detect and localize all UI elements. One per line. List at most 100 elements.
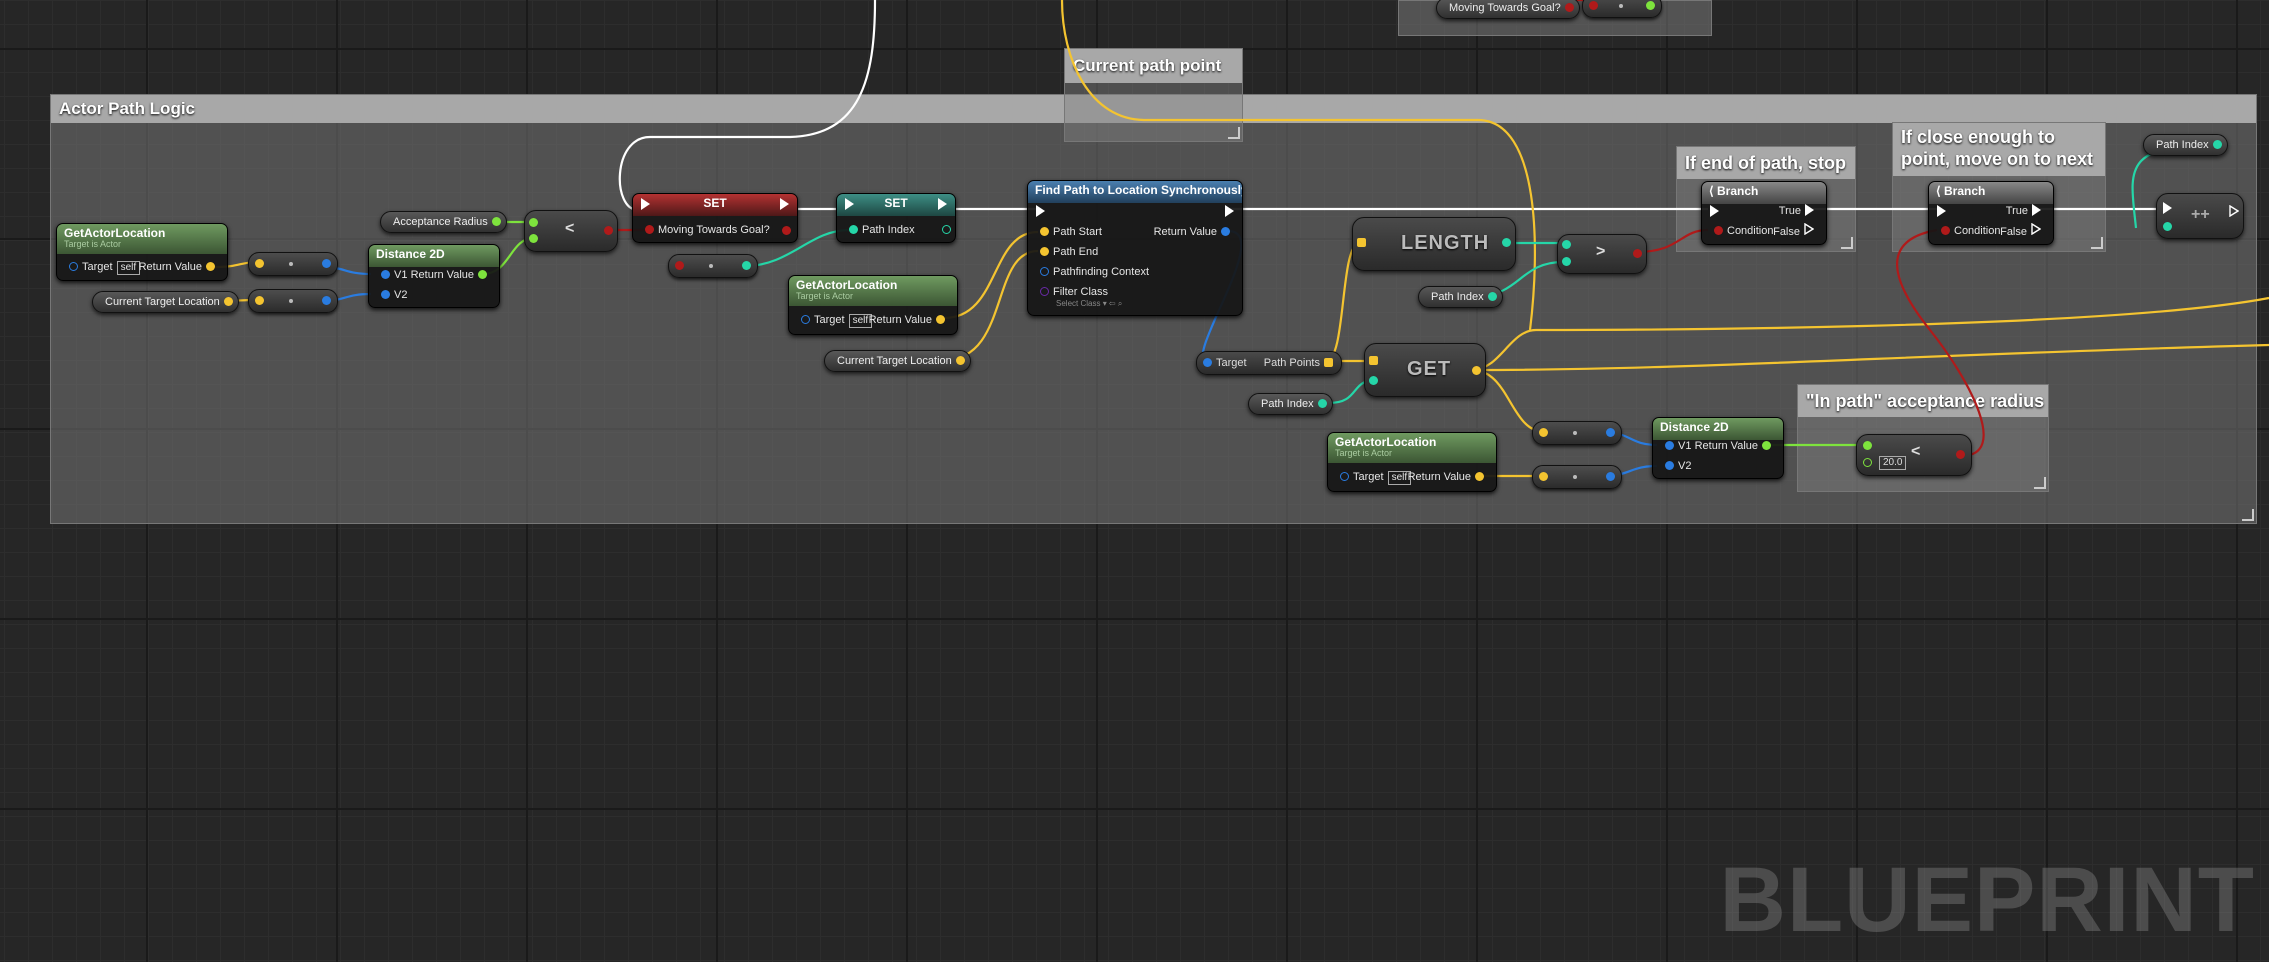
get-array-node[interactable]: GET [1364, 343, 1486, 397]
pin-label: Target [814, 314, 845, 326]
reroute-node[interactable] [668, 254, 758, 278]
value-box[interactable]: 20.0 [1879, 456, 1907, 470]
exec-outline-icon [1804, 222, 1815, 236]
pin-label: Return Value [1694, 440, 1758, 452]
length-node[interactable]: LENGTH [1352, 217, 1516, 271]
node-label: Path Index [1431, 291, 1484, 303]
reroute-node[interactable] [1582, 0, 1662, 18]
path-index-getter[interactable]: Path Index [1418, 286, 1503, 308]
exec-out-pin[interactable] [1225, 205, 1234, 217]
pin-label: False [2000, 226, 2027, 238]
wire-exec [618, 0, 877, 212]
dropdown-label: Select Class [1056, 299, 1101, 308]
acceptance-radius-getter[interactable]: Acceptance Radius [380, 211, 507, 233]
moving-towards-goal-pin[interactable]: Moving Towards Goal? [641, 222, 770, 238]
v2-pin[interactable]: V2 [377, 287, 407, 303]
reroute-node[interactable] [248, 252, 338, 276]
pin-label: Return Value [868, 314, 932, 326]
condition-pin[interactable]: Condition [1710, 223, 1773, 239]
pin-label: Return Value [138, 261, 202, 273]
false-pin[interactable]: False [1773, 222, 1818, 239]
reroute-node[interactable] [1532, 465, 1622, 489]
target-pin[interactable]: Target self [1336, 469, 1412, 485]
current-target-location-getter[interactable]: Current Target Location [92, 291, 239, 313]
node-label: Acceptance Radius [393, 216, 488, 228]
exec-in-pin[interactable] [2163, 202, 2172, 214]
get-actor-location-node[interactable]: GetActorLocation Target is Actor Target s… [1327, 432, 1497, 492]
pin-label: True [2005, 205, 2028, 217]
get-actor-location-node[interactable]: GetActorLocation Target is Actor Target s… [56, 223, 228, 281]
operator-symbol: < [565, 220, 575, 237]
node-label: Current Target Location [105, 296, 220, 308]
wire-vector [943, 230, 1039, 320]
return-value-pin[interactable]: Return Value [1154, 224, 1234, 240]
less-than-node[interactable]: 20.0 < [1856, 434, 1972, 476]
exec-in-pin[interactable] [1710, 205, 1719, 217]
set-path-index-node[interactable]: SET Path Index [836, 193, 956, 243]
path-start-pin[interactable]: Path Start [1036, 224, 1102, 240]
condition-pin[interactable]: Condition [1937, 223, 2000, 239]
distance-2d-node[interactable]: Distance 2D V1 V2 Return Value [1652, 417, 1784, 479]
moving-towards-goal-getter[interactable]: Moving Towards Goal? [1436, 0, 1580, 19]
exec-in-pin[interactable] [845, 198, 854, 210]
return-value-pin[interactable]: Return Value [139, 259, 219, 275]
current-target-location-getter[interactable]: Current Target Location [824, 350, 971, 372]
reroute-node[interactable] [248, 289, 338, 313]
pin-label: Moving Towards Goal? [658, 224, 770, 236]
wire-vector [943, 249, 1039, 362]
find-path-node[interactable]: Find Path to Location Synchronously Path… [1027, 180, 1243, 316]
get-actor-location-node[interactable]: GetActorLocation Target is Actor Target s… [788, 275, 958, 335]
node-label: Path Index [1261, 398, 1314, 410]
greater-than-node[interactable]: > [1557, 234, 1647, 274]
less-than-node[interactable]: < [524, 210, 618, 252]
exec-in-pin[interactable] [641, 198, 650, 210]
v1-pin[interactable]: V1 [377, 267, 407, 283]
pin-label: False [1773, 226, 1800, 238]
wire-bool [1636, 228, 1709, 254]
distance-2d-node[interactable]: Distance 2D V1 V2 Return Value [368, 244, 500, 308]
path-points-node[interactable]: Target Path Points [1196, 351, 1342, 375]
v2-pin[interactable]: V2 [1661, 458, 1691, 474]
return-value-pin[interactable]: Return Value [1408, 469, 1488, 485]
self-box: self [116, 261, 141, 275]
branch-node[interactable]: ⟨ Branch True Condition False [1928, 181, 2054, 245]
exec-in-pin[interactable] [1937, 205, 1946, 217]
path-points-pin[interactable]: Path Points [1264, 355, 1337, 371]
target-pin[interactable]: Target [1199, 355, 1247, 371]
exec-out-pin[interactable] [780, 198, 789, 210]
pathfinding-context-pin[interactable]: Pathfinding Context [1036, 264, 1149, 280]
node-title: Find Path to Location Synchronously [1035, 183, 1242, 197]
node-header: GetActorLocation Target is Actor [57, 224, 227, 254]
v1-pin[interactable]: V1 [1661, 438, 1691, 454]
operator-symbol: GET [1407, 358, 1452, 380]
exec-in-pin[interactable] [1036, 205, 1045, 217]
exec-out-pin[interactable] [938, 198, 947, 210]
target-pin[interactable]: Target self [797, 312, 873, 328]
pin-label: V2 [394, 289, 408, 301]
return-value-pin[interactable]: Return Value [1695, 438, 1775, 454]
pin-label: V2 [1678, 460, 1692, 472]
path-index-getter[interactable]: Path Index [1248, 393, 1333, 415]
node-header: Distance 2D [369, 245, 499, 267]
branch-node[interactable]: ⟨ Branch True Condition False [1701, 181, 1827, 245]
true-pin[interactable]: True [2006, 203, 2045, 219]
path-index-pin[interactable]: Path Index [845, 222, 915, 238]
reroute-node[interactable] [1532, 421, 1622, 445]
increment-node[interactable]: ++ [2156, 193, 2244, 239]
return-value-pin[interactable]: Return Value [411, 267, 491, 283]
node-title: Distance 2D [1660, 420, 1729, 434]
operator-symbol: LENGTH [1401, 232, 1490, 254]
node-header: ⟨ Branch [1929, 182, 2053, 204]
node-title: GetActorLocation [64, 226, 166, 240]
return-value-pin[interactable]: Return Value [869, 312, 949, 328]
target-pin[interactable]: Target self [65, 259, 141, 275]
path-index-getter[interactable]: Path Index [2143, 134, 2228, 156]
false-pin[interactable]: False [2000, 222, 2045, 239]
pin-label: Return Value [410, 269, 474, 281]
set-moving-towards-goal-node[interactable]: SET Moving Towards Goal? [632, 193, 798, 243]
true-pin[interactable]: True [1779, 203, 1818, 219]
operator-symbol: < [1911, 443, 1921, 460]
path-end-pin[interactable]: Path End [1036, 244, 1098, 260]
select-class-dropdown[interactable]: Select Class ▾ ⇦ ⌕ [1056, 296, 1122, 312]
pin-label: Target [1216, 357, 1247, 369]
